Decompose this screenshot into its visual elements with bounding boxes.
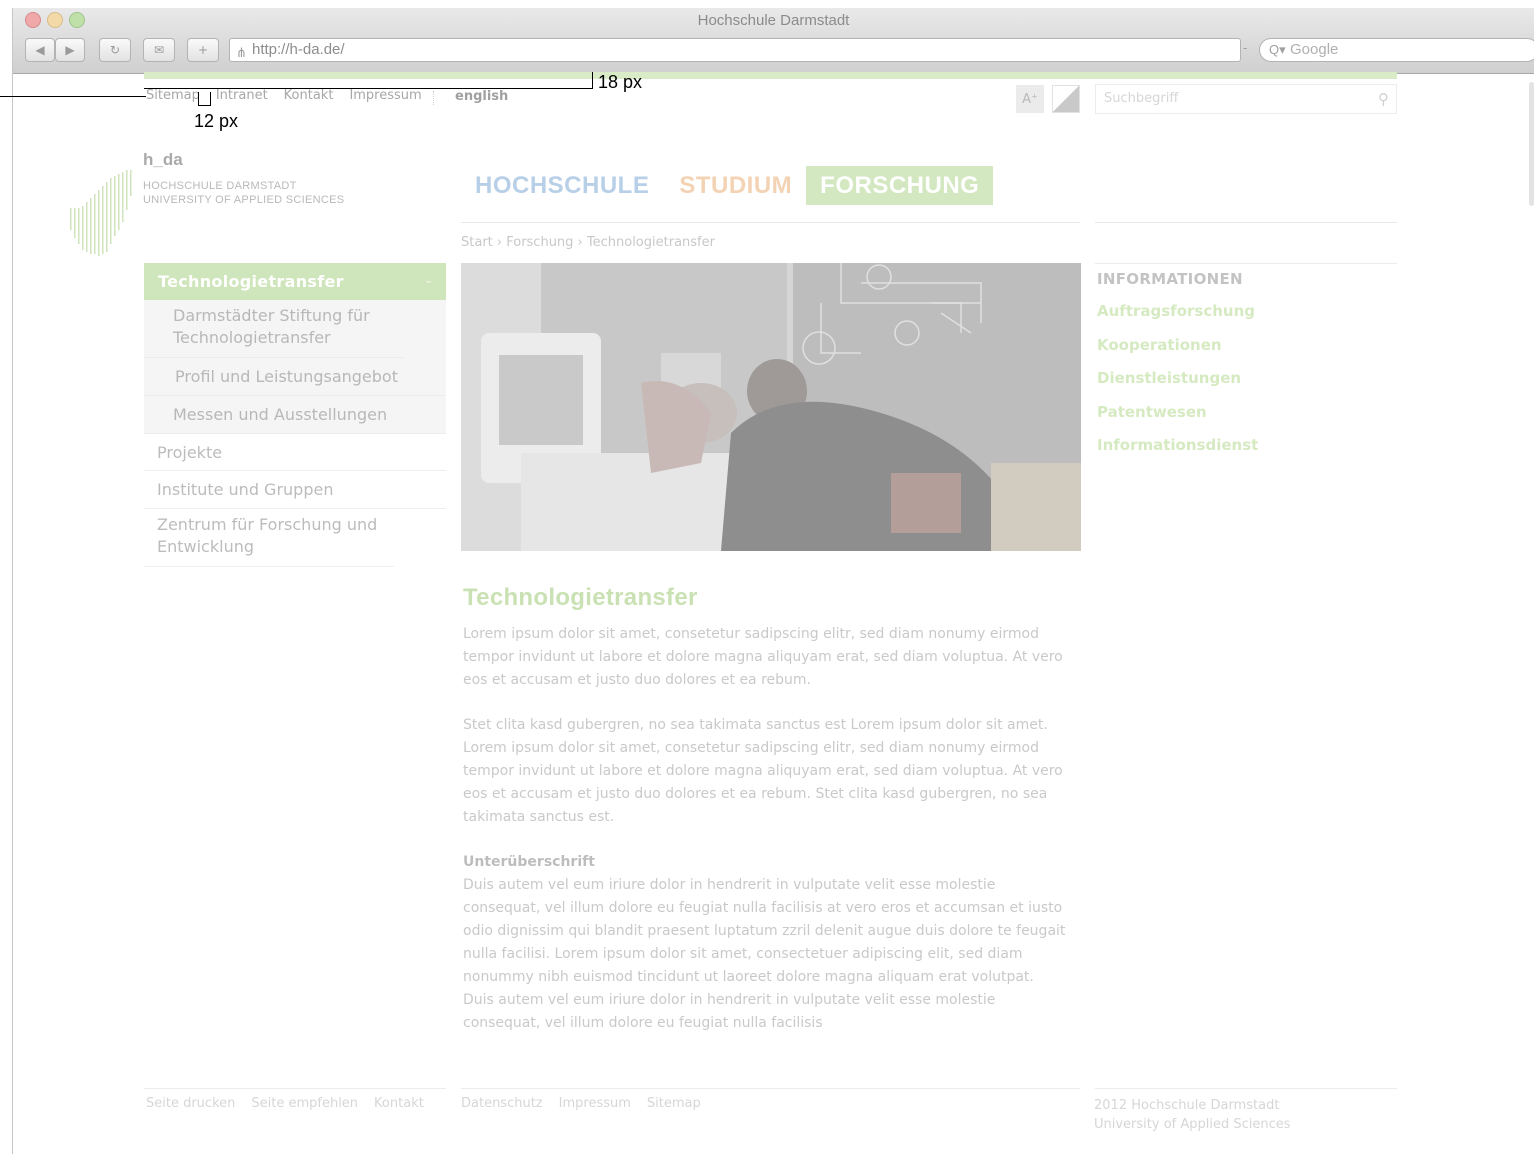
footer-link-kontakt[interactable]: Kontakt [374,1096,424,1111]
sidebar-heading: INFORMATIONEN [1097,270,1243,288]
sub-nav-item-institute[interactable]: Institute und Gruppen [144,471,446,509]
article-subheading: Unterüberschrift [463,854,595,870]
footer-link-recommend[interactable]: Seite empfehlen [251,1096,358,1111]
sub-nav-item-zentrum[interactable]: Zentrum für Forschung und Entwicklung [144,509,394,567]
sidebar-divider [1095,263,1397,264]
sidebar-links: Auftragsforschung Kooperationen Dienstle… [1097,300,1258,468]
article: Technologietransfer Lorem ipsum dolor si… [463,584,1068,1035]
site-search-placeholder: Suchbegriff [1104,91,1179,106]
footer-divider-left [144,1088,446,1089]
annotation-tick-12px-left [198,92,199,106]
sub-nav-children: Darmstädter Stiftung für Technologietran… [144,300,446,434]
footer-middle-links: Datenschutz Impressum Sitemap [461,1096,717,1111]
main-nav-hochschule[interactable]: HOCHSCHULE [461,166,663,205]
annotation-label-12px: 12 px [194,111,239,131]
font-size-button[interactable]: A⁺ [1016,85,1044,113]
sub-nav-child-stiftung[interactable]: Darmstädter Stiftung für Technologietran… [144,300,404,358]
main-nav-studium[interactable]: STUDIUM [665,166,806,205]
meta-separator [433,91,437,105]
meta-link-impressum[interactable]: Impressum [349,88,421,103]
sub-nav-child-profil[interactable]: Profil und Leistungsangebot [144,358,446,396]
sub-nav-item-projekte[interactable]: Projekte [144,434,446,471]
main-nav-forschung[interactable]: FORSCHUNG [806,166,994,205]
nav-divider [461,222,1080,223]
footer-link-impressum[interactable]: Impressum [559,1096,631,1111]
sidebar-link-kooperationen[interactable]: Kooperationen [1097,334,1258,368]
meta-link-kontakt[interactable]: Kontakt [284,88,334,103]
main-navigation: HOCHSCHULE STUDIUM FORSCHUNG [461,166,994,206]
logo-subtitle-2: UNIVERSITY OF APPLIED SCIENCES [143,194,345,206]
annotation-label-18px: 18 px [598,72,643,92]
footer-link-sitemap[interactable]: Sitemap [647,1096,701,1111]
article-paragraph-3: Duis autem vel eum iriure dolor in hendr… [463,877,1066,1031]
article-title: Technologietransfer [463,584,698,611]
sub-navigation: Technologietransfer – Darmstädter Stiftu… [144,263,446,567]
logo-subtitle-1: HOCHSCHULE DARMSTADT [143,180,297,192]
article-paragraph-1: Lorem ipsum dolor sit amet, consetetur s… [463,626,1063,688]
sub-nav-child-messen[interactable]: Messen und Ausstellungen [144,396,446,434]
page-scrollbar[interactable] [1529,82,1534,206]
footer-divider-right [1095,1088,1397,1089]
sidebar-link-auftragsforschung[interactable]: Auftragsforschung [1097,300,1258,334]
article-paragraph-2: Stet clita kasd gubergren, no sea takima… [463,717,1063,825]
footer-copyright: 2012 Hochschule Darmstadt University of … [1094,1096,1291,1134]
footer-left-links: Seite drucken Seite empfehlen Kontakt [146,1096,440,1111]
university-logo-icon [70,170,132,256]
sidebar-link-patentwesen[interactable]: Patentwesen [1097,401,1258,435]
top-accent-bar [144,72,1397,79]
footer-copyright-line-2: University of Applied Sciences [1094,1117,1291,1132]
breadcrumb[interactable]: Start › Forschung › Technologietransfer [461,235,715,250]
annotation-bracket-12px [198,105,211,106]
meta-link-intranet[interactable]: Intranet [216,88,268,103]
search-icon[interactable]: ⚲ [1378,85,1389,113]
footer-link-print[interactable]: Seite drucken [146,1096,235,1111]
footer-copyright-line-1: 2012 Hochschule Darmstadt [1094,1098,1280,1113]
annotation-line-12px [0,96,146,97]
hero-image [461,263,1081,551]
nav-divider-right [1095,222,1397,223]
annotation-tick-18px [592,72,593,89]
annotation-line-18px [144,88,593,89]
footer-divider-middle [461,1088,1080,1089]
contrast-toggle-button[interactable] [1052,85,1080,113]
meta-link-sitemap[interactable]: Sitemap [146,88,200,103]
sidebar-link-dienstleistungen[interactable]: Dienstleistungen [1097,367,1258,401]
meta-navigation: Sitemap Intranet Kontakt Impressum [146,88,438,103]
language-switch-link[interactable]: english [455,89,508,104]
logo-title[interactable]: h_da [143,150,183,170]
sub-nav-active-item[interactable]: Technologietransfer – [144,263,446,300]
collapse-icon: – [425,274,432,288]
sub-nav-active-label: Technologietransfer [158,272,344,291]
site-search-input[interactable]: Suchbegriff ⚲ [1095,84,1397,114]
sidebar-link-informationsdienst[interactable]: Informationsdienst [1097,434,1258,468]
footer-link-datenschutz[interactable]: Datenschutz [461,1096,543,1111]
annotation-tick-12px-right [210,92,211,106]
web-page: Sitemap Intranet Kontakt Impressum engli… [0,0,1534,1154]
